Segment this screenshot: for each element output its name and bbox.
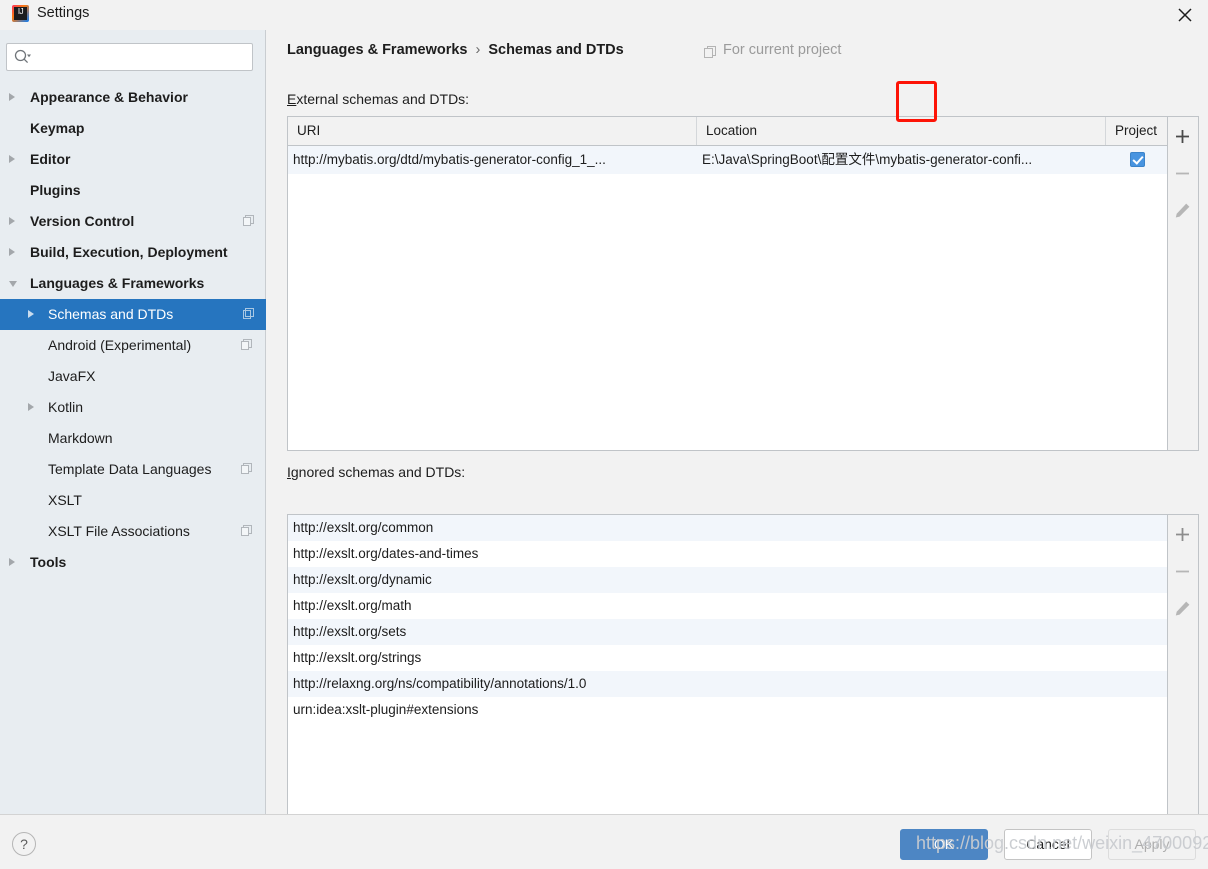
project-scope-icon bbox=[243, 215, 255, 227]
remove-ignored-button[interactable] bbox=[1168, 552, 1197, 589]
cell-location: E:\Java\SpringBoot\配置文件\mybatis-generato… bbox=[697, 146, 1106, 174]
project-scope-icon bbox=[241, 525, 253, 537]
sidebar-item-languages-frameworks[interactable]: Languages & Frameworks bbox=[0, 268, 266, 299]
external-table-toolbar bbox=[1168, 116, 1199, 451]
sidebar-item-version-control[interactable]: Version Control bbox=[0, 206, 266, 237]
chevron-down-icon[interactable] bbox=[9, 281, 17, 287]
settings-tree: Appearance & BehaviorKeymapEditorPlugins… bbox=[0, 82, 266, 578]
chevron-right-icon[interactable] bbox=[9, 248, 15, 256]
add-ignored-button[interactable] bbox=[1168, 515, 1197, 552]
apply-button[interactable]: Apply bbox=[1108, 829, 1196, 860]
settings-main-panel: Languages & Frameworks›Schemas and DTDs … bbox=[267, 30, 1208, 814]
search-field-wrapper bbox=[6, 43, 253, 71]
sidebar-item-markdown[interactable]: Markdown bbox=[0, 423, 266, 454]
cell-uri: http://mybatis.org/dtd/mybatis-generator… bbox=[288, 146, 697, 174]
cancel-button[interactable]: Cancel bbox=[1004, 829, 1092, 860]
external-label-rest: xternal schemas and DTDs: bbox=[296, 91, 469, 107]
ignored-list-toolbar bbox=[1168, 514, 1199, 824]
sidebar-item-kotlin[interactable]: Kotlin bbox=[0, 392, 266, 423]
chevron-right-icon[interactable] bbox=[9, 558, 15, 566]
sidebar-item-keymap[interactable]: Keymap bbox=[0, 113, 266, 144]
project-scope-icon bbox=[241, 463, 253, 475]
sidebar-item-appearance-behavior[interactable]: Appearance & Behavior bbox=[0, 82, 266, 113]
sidebar-item-label: XSLT File Associations bbox=[0, 516, 190, 547]
ignored-schemas-label: Ignored schemas and DTDs: bbox=[287, 464, 465, 480]
sidebar-item-label: Appearance & Behavior bbox=[0, 82, 188, 113]
ignored-schemas-list[interactable]: http://exslt.org/commonhttp://exslt.org/… bbox=[287, 514, 1168, 824]
sidebar-item-build-execution-deployment[interactable]: Build, Execution, Deployment bbox=[0, 237, 266, 268]
close-icon[interactable] bbox=[1162, 0, 1208, 30]
table-header-row: URI Location Project bbox=[288, 117, 1167, 146]
sidebar-item-tools[interactable]: Tools bbox=[0, 547, 266, 578]
list-item[interactable]: http://exslt.org/sets bbox=[288, 619, 1167, 645]
dialog-footer: ? OK Cancel Apply bbox=[0, 814, 1208, 869]
sidebar-item-label: Keymap bbox=[0, 113, 84, 144]
project-scope-icon bbox=[243, 308, 255, 320]
sidebar-item-label: XSLT bbox=[0, 485, 82, 516]
sidebar-item-label: Markdown bbox=[0, 423, 113, 454]
sidebar-item-xslt[interactable]: XSLT bbox=[0, 485, 266, 516]
ignored-label-rest: gnored schemas and DTDs: bbox=[291, 464, 465, 480]
search-input[interactable] bbox=[6, 43, 253, 71]
external-schemas-label: External schemas and DTDs: bbox=[287, 91, 469, 107]
sidebar-item-xslt-file-associations[interactable]: XSLT File Associations bbox=[0, 516, 266, 547]
project-scope-icon bbox=[704, 46, 717, 59]
edit-schema-button[interactable] bbox=[1168, 191, 1197, 228]
table-row[interactable]: http://mybatis.org/dtd/mybatis-generator… bbox=[288, 146, 1167, 174]
list-item[interactable]: http://relaxng.org/ns/compatibility/anno… bbox=[288, 671, 1167, 697]
sidebar-item-label: JavaFX bbox=[0, 361, 95, 392]
title-bar: IJ Settings bbox=[0, 0, 1208, 30]
column-header-uri[interactable]: URI bbox=[288, 117, 697, 145]
chevron-right-icon[interactable] bbox=[28, 403, 34, 411]
external-label-mnemonic: E bbox=[287, 91, 296, 107]
sidebar-item-template-data-languages[interactable]: Template Data Languages bbox=[0, 454, 266, 485]
intellij-idea-icon: IJ bbox=[12, 5, 29, 22]
window-title: Settings bbox=[37, 5, 89, 21]
table-body: http://mybatis.org/dtd/mybatis-generator… bbox=[288, 146, 1167, 174]
sidebar-item-label: Android (Experimental) bbox=[0, 330, 191, 361]
sidebar-item-plugins[interactable]: Plugins bbox=[0, 175, 266, 206]
chevron-right-icon[interactable] bbox=[9, 93, 15, 101]
breadcrumb: Languages & Frameworks›Schemas and DTDs bbox=[287, 42, 624, 58]
sidebar-item-schemas-and-dtds[interactable]: Schemas and DTDs bbox=[0, 299, 266, 330]
breadcrumb-separator: › bbox=[468, 42, 489, 58]
sidebar-item-label: Schemas and DTDs bbox=[0, 299, 173, 330]
sidebar-item-label: Languages & Frameworks bbox=[0, 268, 204, 299]
sidebar-item-label: Version Control bbox=[0, 206, 134, 237]
breadcrumb-parent[interactable]: Languages & Frameworks bbox=[287, 42, 468, 58]
remove-schema-button[interactable] bbox=[1168, 154, 1197, 191]
sidebar-item-label: Plugins bbox=[0, 175, 81, 206]
list-item[interactable]: http://exslt.org/strings bbox=[288, 645, 1167, 671]
project-checkbox[interactable] bbox=[1130, 152, 1145, 167]
column-header-location[interactable]: Location bbox=[697, 117, 1106, 145]
external-schemas-table: URI Location Project http://mybatis.org/… bbox=[287, 116, 1168, 451]
sidebar-item-label: Kotlin bbox=[0, 392, 83, 423]
sidebar-item-label: Template Data Languages bbox=[0, 454, 211, 485]
sidebar-item-javafx[interactable]: JavaFX bbox=[0, 361, 266, 392]
breadcrumb-current: Schemas and DTDs bbox=[488, 42, 623, 58]
list-item[interactable]: http://exslt.org/dynamic bbox=[288, 567, 1167, 593]
chevron-right-icon[interactable] bbox=[28, 310, 34, 318]
list-item[interactable]: urn:idea:xslt-plugin#extensions bbox=[288, 697, 1167, 723]
sidebar-item-editor[interactable]: Editor bbox=[0, 144, 266, 175]
settings-dialog: IJ Settings Appearance & BehaviorKeymapE… bbox=[0, 0, 1208, 869]
ok-button[interactable]: OK bbox=[900, 829, 988, 860]
chevron-right-icon[interactable] bbox=[9, 155, 15, 163]
list-item[interactable]: http://exslt.org/common bbox=[288, 515, 1167, 541]
list-item[interactable]: http://exslt.org/dates-and-times bbox=[288, 541, 1167, 567]
cell-project[interactable] bbox=[1106, 146, 1169, 174]
help-button[interactable]: ? bbox=[12, 832, 36, 856]
sidebar-item-android-experimental[interactable]: Android (Experimental) bbox=[0, 330, 266, 361]
chevron-right-icon[interactable] bbox=[9, 217, 15, 225]
edit-ignored-button[interactable] bbox=[1168, 589, 1197, 626]
scope-label: For current project bbox=[723, 42, 841, 58]
add-schema-button[interactable] bbox=[1168, 117, 1197, 154]
settings-sidebar: Appearance & BehaviorKeymapEditorPlugins… bbox=[0, 30, 266, 814]
list-item[interactable]: http://exslt.org/math bbox=[288, 593, 1167, 619]
sidebar-item-label: Build, Execution, Deployment bbox=[0, 237, 228, 268]
column-header-project[interactable]: Project bbox=[1106, 117, 1169, 145]
project-scope-icon bbox=[241, 339, 253, 351]
